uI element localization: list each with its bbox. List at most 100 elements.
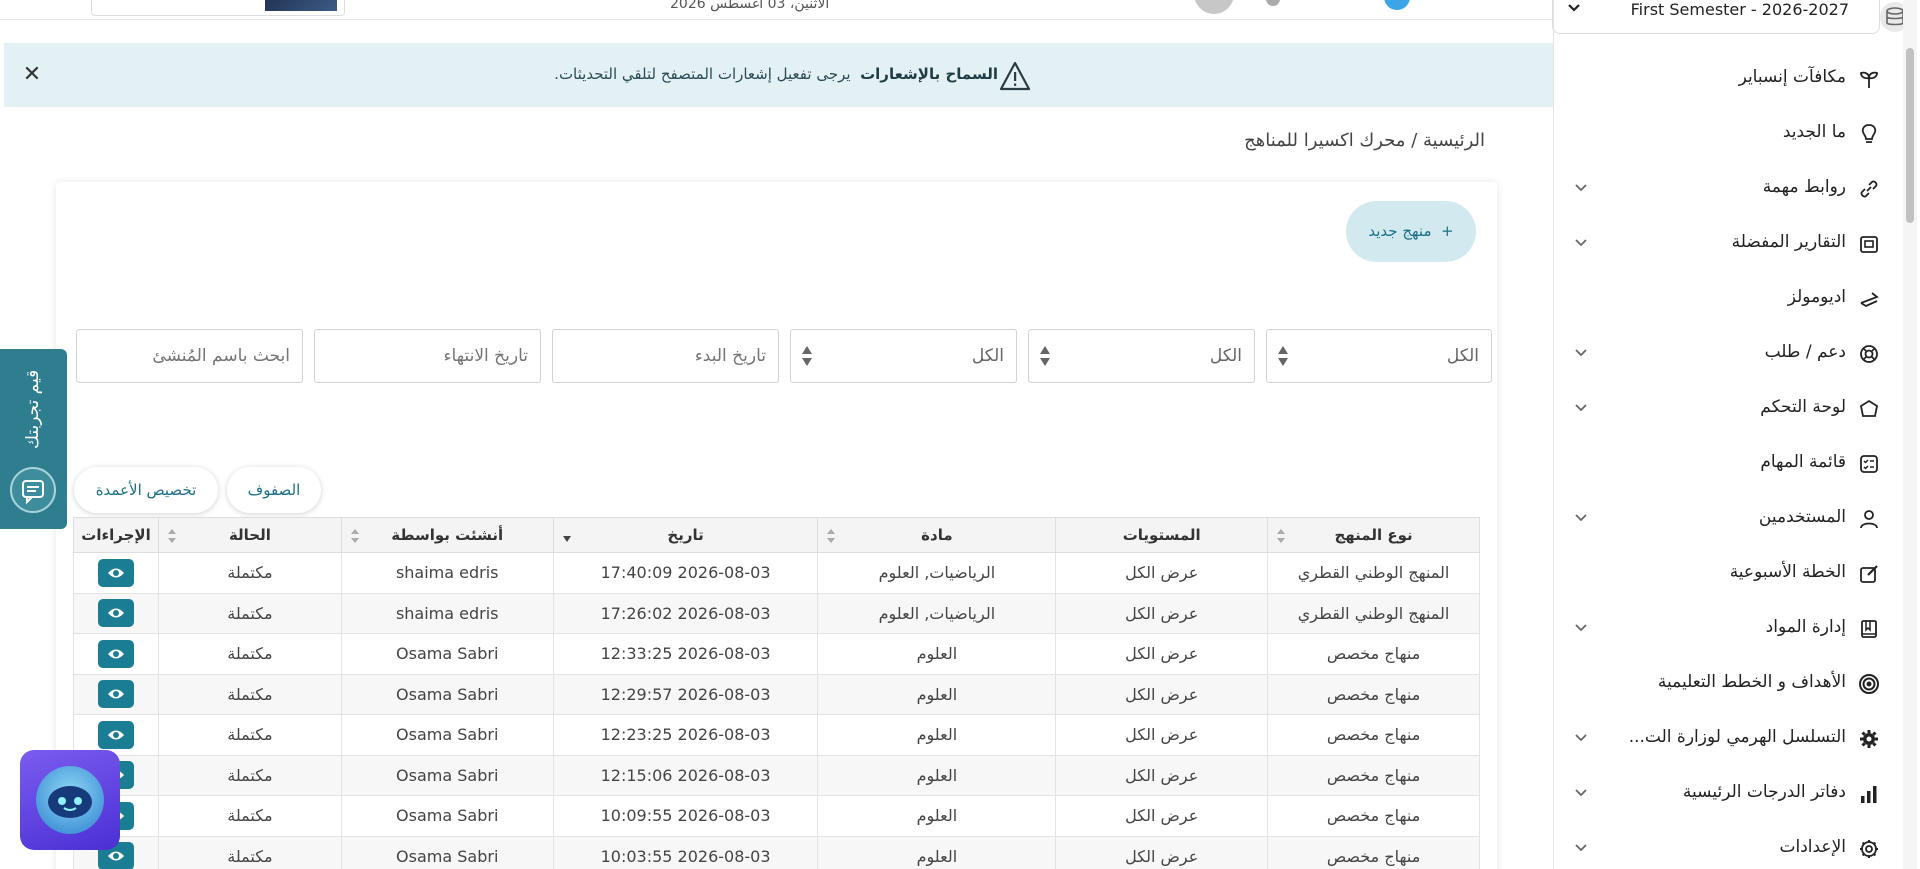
cell-creator: Osama Sabri [340, 673, 554, 715]
cell-subject: العلوم [817, 754, 1057, 796]
sidebar-item-8[interactable]: قائمة المهام [1560, 443, 1880, 483]
type-select[interactable]: الكل [1266, 329, 1492, 383]
bar-chart-icon [1861, 786, 1877, 803]
sidebar: First Semester - 2026-2027 مكافآت إنسباي… [1552, 0, 1920, 869]
chevron-down-icon[interactable] [1574, 183, 1588, 193]
creator-search-field[interactable] [76, 329, 303, 383]
column-header-subject[interactable]: مادة [817, 517, 1057, 553]
cell-status[interactable]: مكتملة [158, 673, 342, 715]
chevron-down-icon[interactable] [1574, 348, 1588, 358]
sidebar-item-label: اديومولز [1787, 287, 1846, 307]
creator-search-input[interactable] [77, 330, 290, 382]
chevron-down-icon[interactable] [1574, 788, 1588, 798]
sidebar-item-15[interactable]: الإعدادات [1560, 828, 1880, 868]
cell-levels[interactable]: عرض الكل [1055, 633, 1269, 675]
column-header-date[interactable]: تاريخ [552, 517, 819, 553]
start-date-field[interactable] [552, 329, 779, 383]
sidebar-item-3[interactable]: روابط مهمة [1560, 168, 1880, 208]
column-header-type[interactable]: نوع المنهج [1267, 517, 1480, 553]
sidebar-item-13[interactable]: التسلسل الهرمي لوزارة الت... [1560, 718, 1880, 758]
semester-select[interactable]: First Semester - 2026-2027 [1552, 0, 1880, 34]
cell-levels[interactable]: عرض الكل [1055, 754, 1269, 796]
cell-levels[interactable]: عرض الكل [1055, 673, 1269, 715]
notification-icon[interactable] [1384, 0, 1410, 10]
sidebar-item-1[interactable]: مكافآت إنسباير [1560, 58, 1880, 98]
sidebar-item-14[interactable]: دفاتر الدرجات الرئيسية [1560, 773, 1880, 813]
sidebar-item-label: إدارة المواد [1765, 617, 1846, 637]
rows-button[interactable]: الصفوف [227, 467, 321, 513]
cell-status[interactable]: مكتملة [158, 795, 342, 837]
new-curriculum-button[interactable]: + منهج جديد [1346, 201, 1476, 262]
column-header-levels: المستويات [1055, 517, 1269, 553]
sidebar-item-11[interactable]: إدارة المواد [1560, 608, 1880, 648]
cell-actions [72, 552, 160, 594]
view-eye-icon[interactable] [98, 680, 135, 709]
chevron-down-icon[interactable] [1574, 733, 1588, 743]
assistant-bot-icon[interactable] [20, 750, 120, 850]
cell-type: منهاج مخصص [1267, 835, 1480, 869]
chevron-down-icon[interactable] [1574, 843, 1588, 853]
chevron-down-icon[interactable] [1574, 513, 1588, 523]
cell-levels[interactable]: عرض الكل [1055, 795, 1269, 837]
breadcrumb-home[interactable]: الرئيسية [1423, 130, 1485, 151]
chevron-down-icon[interactable] [1574, 623, 1588, 633]
scrollbar-thumb[interactable] [1906, 48, 1914, 223]
end-date-input[interactable] [315, 330, 528, 382]
chevron-down-icon[interactable] [1574, 238, 1588, 248]
sidebar-item-12[interactable]: الأهداف و الخطط التعليمية [1560, 663, 1880, 703]
banner-text: السماح بالإشعارات يرجى تفعيل إشعارات الم… [554, 65, 998, 83]
cell-date: 2026-08-03 10:09:55 [552, 795, 819, 837]
view-eye-icon[interactable] [98, 720, 135, 749]
levels-select[interactable]: الكل [1028, 329, 1255, 383]
start-date-input[interactable] [553, 330, 766, 382]
cell-type: المنهج الوطني القطري [1267, 552, 1480, 594]
cell-subject: الرياضيات, العلوم [817, 592, 1057, 634]
customize-columns-button[interactable]: تخصيص الأعمدة [74, 467, 218, 513]
cell-status[interactable]: مكتملة [158, 633, 342, 675]
sidebar-item-4[interactable]: التقارير المفضلة [1560, 223, 1880, 263]
subject-select[interactable]: الكل [790, 329, 1017, 383]
cell-status[interactable]: مكتملة [158, 592, 342, 634]
column-header-label: المستويات [1122, 526, 1201, 544]
sidebar-item-9[interactable]: المستخدمين [1560, 498, 1880, 538]
cell-status[interactable]: مكتملة [158, 835, 342, 869]
sort-arrows-icon [1278, 346, 1288, 366]
table-header-row: نوع المنهج المستويات مادة تاريخ أنشئت بو… [72, 517, 1480, 553]
close-icon[interactable]: ✕ [18, 61, 46, 89]
cell-type: منهاج مخصص [1267, 714, 1480, 756]
table-row: المنهج الوطني القطري عرض الكل الرياضيات, ا… [72, 552, 1480, 594]
column-header-creator[interactable]: أنشئت بواسطة [340, 517, 554, 553]
banner-thumbnail[interactable] [91, 0, 345, 16]
cell-status[interactable]: مكتملة [158, 714, 342, 756]
end-date-field[interactable] [314, 329, 541, 383]
view-eye-icon[interactable] [98, 558, 135, 587]
sort-arrows-icon [350, 529, 359, 543]
feedback-icon [10, 467, 56, 513]
sidebar-item-10[interactable]: الخطة الأسبوعية [1560, 553, 1880, 593]
cell-status[interactable]: مكتملة [158, 552, 342, 594]
view-eye-icon[interactable] [98, 639, 135, 668]
cell-levels[interactable]: عرض الكل [1055, 835, 1269, 869]
cell-subject: الرياضيات, العلوم [817, 552, 1057, 594]
column-header-status[interactable]: الحالة [158, 517, 342, 553]
sort-desc-icon [562, 536, 571, 542]
view-eye-icon[interactable] [98, 599, 135, 628]
sidebar-item-2[interactable]: ما الجديد [1560, 113, 1880, 153]
cell-levels[interactable]: عرض الكل [1055, 714, 1269, 756]
target-icon [1859, 674, 1879, 694]
report-icon [1860, 236, 1878, 253]
avatar[interactable] [1194, 0, 1234, 14]
cell-status[interactable]: مكتملة [158, 754, 342, 796]
dashboard-icon [1859, 399, 1879, 417]
sidebar-item-label: الإعدادات [1779, 837, 1846, 857]
column-header-label: الحالة [228, 526, 271, 544]
cell-levels[interactable]: عرض الكل [1055, 552, 1269, 594]
column-header-label: مادة [921, 526, 953, 544]
sidebar-item-6[interactable]: دعم / طلب [1560, 333, 1880, 373]
cell-levels[interactable]: عرض الكل [1055, 592, 1269, 634]
chevron-down-icon[interactable] [1574, 403, 1588, 413]
sidebar-item-7[interactable]: لوحة التحكم [1560, 388, 1880, 428]
feedback-tab[interactable]: قيم تجربتك [0, 349, 67, 529]
sidebar-item-5[interactable]: اديومولز [1560, 278, 1880, 318]
cell-subject: العلوم [817, 714, 1057, 756]
